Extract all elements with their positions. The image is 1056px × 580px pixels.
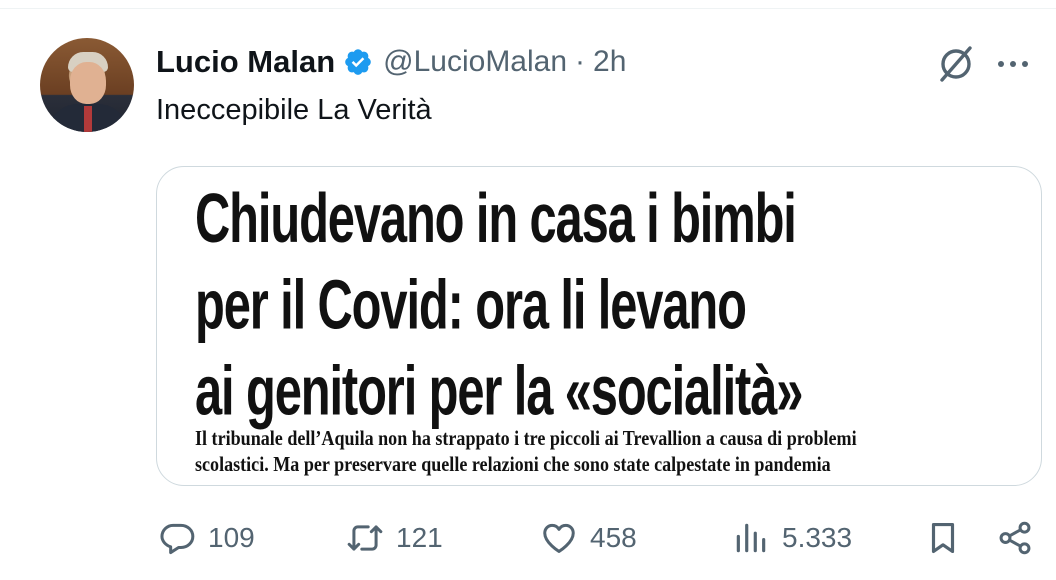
heart-icon (543, 523, 575, 553)
repost-count: 121 (396, 522, 443, 553)
tweet-header: Lucio Malan @LucioMalan · 2h (156, 40, 626, 84)
bookmark-button[interactable] (924, 512, 962, 564)
tweet-media-image[interactable]: Chiudevano in casa i bimbi per il Covid:… (156, 166, 1042, 486)
headline-line: per il Covid: ora li levano (195, 265, 747, 343)
dot (998, 61, 1004, 67)
verified-badge-icon (345, 49, 371, 75)
bar-chart-icon (736, 523, 766, 553)
media-headline: Chiudevano in casa i bimbi per il Covid:… (195, 175, 817, 433)
repost-arrows-icon (347, 525, 383, 551)
dot (1022, 61, 1028, 67)
headline-line: ai genitori per la «socialità» (195, 351, 803, 430)
speech-bubble-icon (160, 523, 195, 555)
views-button[interactable]: 5.333 (732, 512, 852, 564)
tweet-actions: 109 121 458 5.333 (0, 512, 1056, 564)
share-icon (999, 521, 1031, 555)
grok-icon[interactable] (936, 44, 976, 84)
dot (1010, 61, 1016, 67)
top-divider (0, 8, 1056, 9)
author-name[interactable]: Lucio Malan (156, 44, 335, 80)
author-handle[interactable]: @LucioMalan (383, 45, 567, 79)
tweet-time[interactable]: 2h (593, 45, 626, 79)
views-count: 5.333 (782, 522, 853, 553)
like-count: 458 (590, 522, 637, 553)
bookmark-icon (931, 522, 955, 554)
avatar[interactable] (40, 38, 134, 132)
header-separator: · (575, 45, 586, 78)
subhead-line: Il tribunale dell’Aquila non ha strappat… (195, 426, 857, 450)
subhead-line: scolastici. Ma per preservare quelle rel… (195, 452, 831, 476)
more-dots-icon[interactable] (998, 56, 1038, 72)
avatar-face (70, 62, 106, 104)
share-button[interactable] (996, 512, 1034, 564)
headline-line: Chiudevano in casa i bimbi (195, 179, 797, 257)
tweet-text: Ineccepibile La Verità (156, 94, 432, 126)
avatar-tie (84, 106, 92, 132)
like-button[interactable]: 458 (540, 512, 637, 564)
media-subhead: Il tribunale dell’Aquila non ha strappat… (195, 425, 917, 477)
repost-button[interactable]: 121 (346, 512, 443, 564)
reply-button[interactable]: 109 (158, 512, 255, 564)
reply-count: 109 (208, 522, 255, 553)
